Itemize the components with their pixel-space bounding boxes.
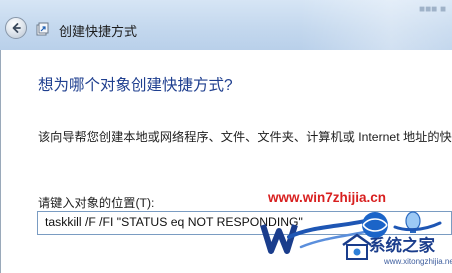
page-title: 想为哪个对象创建快捷方式? — [38, 77, 233, 94]
shortcut-icon — [36, 22, 50, 36]
watermark-brand: 系统之家 — [369, 237, 435, 255]
create-shortcut-window: ■■■ ■ 创建快捷方式 想为哪个对象创建快捷方式? 该向导帮您创建本地或网络程… — [0, 0, 452, 273]
back-button[interactable] — [5, 17, 27, 39]
back-arrow-icon — [10, 22, 22, 34]
title-bar: ■■■ ■ 创建快捷方式 — [0, 0, 452, 50]
wizard-description: 该向导帮您创建本地或网络程序、文件、文件夹、计算机或 Internet 地址的快 — [38, 130, 452, 144]
watermark-url: www.win7zhijia.cn — [268, 190, 387, 205]
title-bar-faded-text: ■■■ ■ — [419, 4, 446, 15]
window-title: 创建快捷方式 — [59, 24, 138, 39]
watermark-domain: www.xitongzhijia.net — [384, 257, 452, 266]
location-label: 请键入对象的位置(T): — [38, 196, 155, 210]
left-border — [0, 50, 1, 273]
